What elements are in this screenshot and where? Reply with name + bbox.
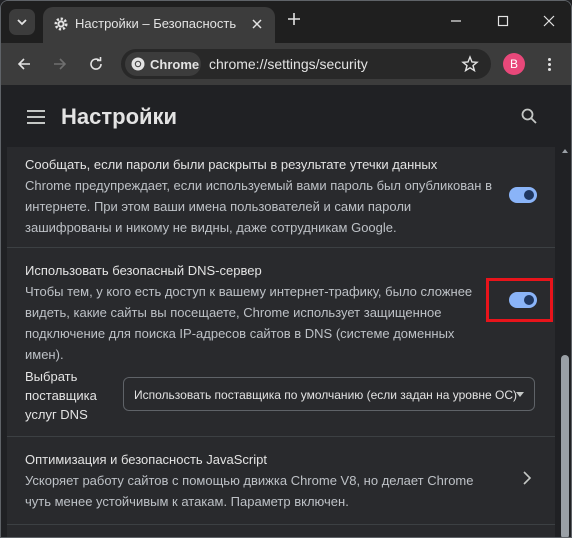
secure-dns-toggle[interactable]: [509, 292, 537, 308]
scroll-up-arrow-icon[interactable]: [562, 149, 568, 153]
leak-check-description: Chrome предупреждает, если используемый …: [25, 178, 492, 235]
bookmark-star-icon[interactable]: [461, 55, 479, 73]
settings-content: Сообщать, если пароли были раскрыты в ре…: [1, 147, 571, 537]
v8-optimizer-description: Ускоряет работу сайтов с помощью движка …: [25, 473, 474, 509]
leak-check-toggle[interactable]: [509, 187, 537, 203]
dns-provider-select[interactable]: Использовать поставщика по умолчанию (ес…: [123, 377, 535, 411]
minimize-button[interactable]: [446, 11, 466, 31]
title-bar: Настройки – Безопасность: [1, 1, 571, 43]
page-title: Настройки: [61, 104, 178, 129]
dns-provider-label: Выбрать поставщика услуг DNS: [25, 369, 97, 422]
browser-toolbar: Chrome chrome://settings/security B: [1, 43, 571, 85]
leak-check-title: Сообщать, если пароли были раскрыты в ре…: [25, 157, 438, 172]
new-tab-button[interactable]: [285, 11, 303, 29]
site-info-chip[interactable]: Chrome: [125, 52, 201, 76]
maximize-button[interactable]: [493, 11, 513, 31]
leak-check-row[interactable]: Сообщать, если пароли были раскрыты в ре…: [7, 147, 555, 247]
tab-title: Настройки – Безопасность: [75, 16, 237, 31]
address-bar[interactable]: Chrome chrome://settings/security: [121, 49, 491, 79]
gear-icon: [54, 17, 68, 31]
settings-header: Настройки: [1, 85, 571, 147]
close-icon: [543, 15, 555, 27]
more-menu-icon[interactable]: [539, 54, 559, 74]
secure-dns-title: Использовать безопасный DNS-сервер: [25, 263, 262, 278]
chip-label: Chrome: [150, 56, 200, 72]
minimize-icon: [451, 20, 461, 22]
chevron-right-icon[interactable]: [521, 471, 533, 485]
search-icon[interactable]: [520, 107, 538, 125]
secure-dns-description: Чтобы тем, у кого есть доступ к вашему и…: [25, 284, 473, 362]
arrow-left-icon: [17, 58, 30, 70]
reload-icon: [90, 57, 102, 70]
browser-window: Настройки – Безопасность Chrome chrome:/…: [0, 0, 572, 538]
tab-search-button[interactable]: [9, 9, 35, 35]
hamburger-menu-icon[interactable]: [27, 110, 45, 124]
profile-avatar[interactable]: B: [503, 53, 525, 75]
chevron-down-icon: [17, 19, 27, 26]
close-tab-icon[interactable]: [249, 16, 265, 32]
divider: [7, 524, 555, 525]
close-window-button[interactable]: [539, 11, 559, 31]
dropdown-arrow-icon: [516, 392, 524, 397]
reload-button[interactable]: [86, 54, 106, 74]
v8-optimizer-title: Оптимизация и безопасность JavaScript: [25, 452, 267, 467]
forward-button[interactable]: [50, 54, 70, 74]
dns-provider-value: Использовать поставщика по умолчанию (ес…: [134, 388, 517, 402]
chrome-logo-icon: [131, 57, 145, 71]
back-button[interactable]: [14, 54, 34, 74]
arrow-right-icon: [54, 58, 67, 70]
tab-settings-security[interactable]: Настройки – Безопасность: [43, 7, 275, 43]
v8-optimizer-row[interactable]: Оптимизация и безопасность JavaScript Ус…: [7, 436, 555, 524]
maximize-icon: [497, 15, 509, 27]
scrollbar[interactable]: [559, 147, 571, 537]
settings-card: Сообщать, если пароли были раскрыты в ре…: [7, 147, 555, 537]
url-text[interactable]: chrome://settings/security: [209, 56, 368, 72]
secure-dns-row[interactable]: Использовать безопасный DNS-сервер Чтобы…: [7, 247, 555, 362]
scrollbar-thumb[interactable]: [561, 355, 569, 537]
plus-icon: [288, 13, 300, 25]
